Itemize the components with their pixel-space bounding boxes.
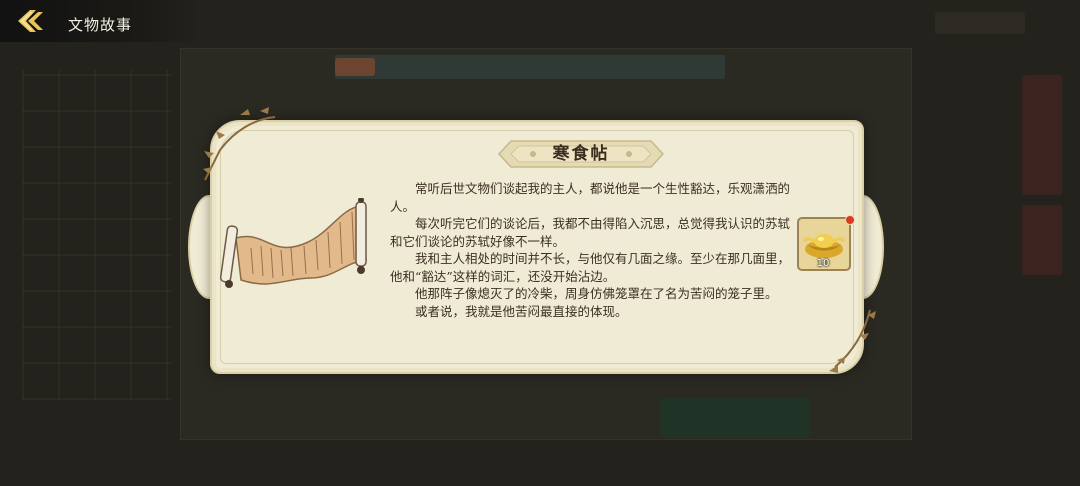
title-banner: 寒食帖 [497, 138, 665, 170]
story-paragraph: 或者说，我就是他苦闷最直接的体现。 [415, 303, 628, 319]
artifact-name: 寒食帖 [552, 144, 610, 164]
background-grid [22, 70, 172, 400]
story-paragraph: 常听后世文物们谈起我的主人，都说他是一个生性豁达，乐观潇洒的人。 [390, 181, 791, 214]
branch-top-left-decoration [203, 107, 276, 181]
artifact-story: 常听后世文物们谈起我的主人，都说他是一个生性豁达，乐观潇洒的人。 每次听完它们的… [390, 180, 790, 320]
reward-count: 10 [816, 258, 830, 269]
notification-dot [845, 215, 855, 225]
background-tab-bar [335, 55, 725, 79]
page-title: 文物故事 [68, 16, 133, 34]
back-chevron-icon [18, 10, 43, 32]
scroll-icon [219, 198, 367, 288]
reward-item[interactable]: 10 [797, 215, 855, 271]
background-button [660, 398, 810, 438]
background-side-card-2 [1022, 205, 1062, 275]
story-paragraph: 他那阵子像熄灭了的冷柴，周身仿佛笼罩在了名为苦闷的笼子里。 [415, 286, 778, 301]
background-side-card [1022, 75, 1062, 195]
story-paragraph: 每次听完它们的谈论后，我都不由得陷入沉思，总觉得我认识的苏轼和它们谈论的苏轼好像… [390, 216, 791, 249]
branch-bottom-right-decoration [829, 309, 876, 373]
top-header: 文物故事 [0, 0, 200, 42]
back-button[interactable] [14, 6, 50, 36]
story-paragraph: 我和主人相处的时间并不长，与他仅有几面之缘。至少在那几面里，他和“豁达”这样的词… [390, 251, 791, 284]
background-tab-active [335, 58, 375, 76]
background-top-right-bar [935, 12, 1025, 34]
